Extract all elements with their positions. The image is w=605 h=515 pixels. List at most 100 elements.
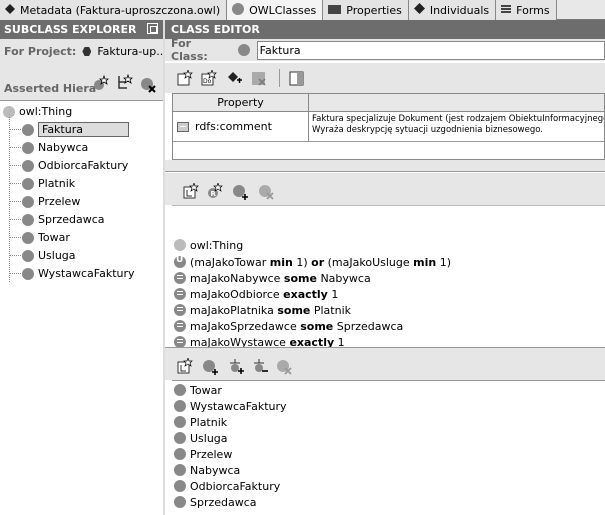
window-icon[interactable] <box>147 23 158 34</box>
tab-forms[interactable]: Forms <box>496 0 557 20</box>
remove-all-siblings-icon[interactable] <box>253 359 269 375</box>
panel-title: SUBCLASS EXPLORER <box>4 23 137 36</box>
tree-node-faktura[interactable]: Faktura <box>22 121 129 138</box>
create-restriction-r-icon[interactable]: R <box>207 181 223 199</box>
list-item[interactable]: maJakoSprzedawce some Sprzedawca <box>174 318 403 334</box>
class-icon <box>22 213 34 226</box>
lines-icon <box>501 4 512 17</box>
class-icon <box>174 464 186 476</box>
tab-owlclasses[interactable]: OWLClasses <box>227 0 324 20</box>
for-class-line: For Class: <box>165 37 605 63</box>
create-disjoint-icon[interactable] <box>177 356 193 374</box>
tab-properties[interactable]: Properties <box>323 0 409 20</box>
list-item[interactable]: Sprzedawca <box>174 494 257 510</box>
conditions-toolbar: R <box>165 173 605 205</box>
class-icon <box>22 177 34 190</box>
condition-keyword: exactly <box>283 287 328 301</box>
add-property-value-icon[interactable] <box>227 70 243 86</box>
list-item[interactable]: maJakoPlatnika some Platnik <box>174 302 351 318</box>
tree-node-odbiorcafaktury[interactable]: OdbiorcaFaktury <box>22 157 128 174</box>
view-toggle-icon[interactable] <box>289 71 305 87</box>
list-item[interactable]: maJakoOdbiorce exactly 1 <box>174 286 338 302</box>
tree-node-platnik[interactable]: Platnik <box>22 175 75 192</box>
tree-connector <box>9 273 21 274</box>
tree-node-towar[interactable]: Towar <box>22 229 70 246</box>
tree-node-root[interactable]: owl:Thing <box>3 103 72 120</box>
create-subclass-icon[interactable] <box>92 74 110 92</box>
diamond-icon <box>413 3 425 17</box>
condition-part: Nabywca <box>316 271 371 285</box>
tree-node-usluga[interactable]: Usluga <box>22 247 76 264</box>
remove-disjoint-icon[interactable] <box>277 360 293 376</box>
union-icon <box>174 255 186 268</box>
diamond-icon <box>5 3 15 17</box>
tree-connector <box>9 219 21 220</box>
condition-part: 1) <box>436 255 452 269</box>
annotation-value-cell[interactable]: Faktura specjalizuje Dokument (jest rodz… <box>309 112 604 141</box>
class-icon <box>174 448 186 460</box>
svg-text:Do: Do <box>203 78 212 85</box>
remove-condition-icon[interactable] <box>259 185 275 201</box>
node-label: Nabywca <box>38 141 89 154</box>
restriction-icon <box>174 320 186 332</box>
add-doc-annotation-icon[interactable]: Do <box>201 68 217 86</box>
list-item[interactable]: OdbiorcaFaktury <box>174 478 280 494</box>
tree-connector <box>9 117 10 282</box>
create-sibling-icon[interactable] <box>116 73 134 92</box>
tab-label: Forms <box>516 3 550 17</box>
condition-part: (maJakoTowar <box>190 255 270 269</box>
class-name-field[interactable] <box>256 40 605 60</box>
list-item[interactable]: Towar <box>174 382 222 398</box>
list-item[interactable]: Platnik <box>174 414 227 430</box>
condition-part: maJakoPlatnika <box>190 303 278 317</box>
list-item[interactable]: WystawcaFaktury <box>174 398 287 414</box>
rect-icon <box>328 4 342 17</box>
add-named-class-icon[interactable] <box>233 185 249 201</box>
tab-individuals[interactable]: Individuals <box>408 0 497 20</box>
condition-keyword: min <box>413 255 437 269</box>
restriction-icon <box>174 288 186 300</box>
add-annotation-icon[interactable] <box>177 68 193 86</box>
tab-metadata[interactable]: Metadata (Faktura-uproszczona.owl) <box>0 0 228 20</box>
for-project-value: Faktura-up... <box>82 45 163 58</box>
tree-node-wystawcafaktury[interactable]: WystawcaFaktury <box>22 265 135 282</box>
list-item[interactable]: Usluga <box>174 430 228 446</box>
node-label: OdbiorcaFaktury <box>38 159 129 172</box>
tree-node-przelew[interactable]: Przelew <box>22 193 80 210</box>
class-icon <box>174 496 186 508</box>
delete-annotation-icon[interactable] <box>251 71 267 87</box>
condition-text: maJakoPlatnika some Platnik <box>190 304 351 317</box>
disjoint-class-label: Nabywca <box>190 463 241 477</box>
delete-class-icon[interactable] <box>140 76 158 94</box>
list-item[interactable]: Nabywca <box>174 462 240 478</box>
annotations-header-row: Property <box>173 94 604 112</box>
class-icon <box>174 384 186 396</box>
svg-text:R: R <box>211 190 217 198</box>
tree-connector <box>9 129 21 130</box>
class-icon <box>174 432 186 444</box>
node-label: Usluga <box>38 249 76 262</box>
list-item[interactable]: (maJakoTowar min 1) or (maJakoUsluge min… <box>174 254 451 270</box>
annotation-property-cell: rdfs:comment <box>173 112 309 141</box>
column-header-value[interactable] <box>309 94 604 111</box>
asserted-toolbar: Asserted Hiera <box>0 63 163 101</box>
add-all-siblings-icon[interactable] <box>229 359 245 375</box>
list-item[interactable]: owl:Thing <box>174 237 243 253</box>
class-icon <box>22 159 34 172</box>
conditions-list: owl:Thing (maJakoTowar min 1) or (maJako… <box>172 207 605 349</box>
tree-connector <box>9 147 21 148</box>
list-item[interactable]: Przelew <box>174 446 232 462</box>
for-class-label: For Class: <box>171 37 208 63</box>
tree-connector <box>9 255 21 256</box>
class-icon <box>22 231 34 244</box>
node-label: WystawcaFaktury <box>38 267 135 280</box>
annotations-toolbar: Do <box>165 63 605 93</box>
tree-node-sprzedawca[interactable]: Sprzedawca <box>22 211 105 228</box>
add-disjoint-class-icon[interactable] <box>203 360 219 376</box>
asserted-hierarchy-label: Asserted Hiera <box>4 82 97 95</box>
list-item[interactable]: maJakoNabywce some Nabywca <box>174 270 371 286</box>
tree-node-nabywca[interactable]: Nabywca <box>22 139 88 156</box>
column-header-property[interactable]: Property <box>173 94 309 111</box>
create-restriction-icon[interactable] <box>183 181 199 199</box>
table-row[interactable]: rdfs:comment Faktura specjalizuje Dokume… <box>173 112 604 142</box>
